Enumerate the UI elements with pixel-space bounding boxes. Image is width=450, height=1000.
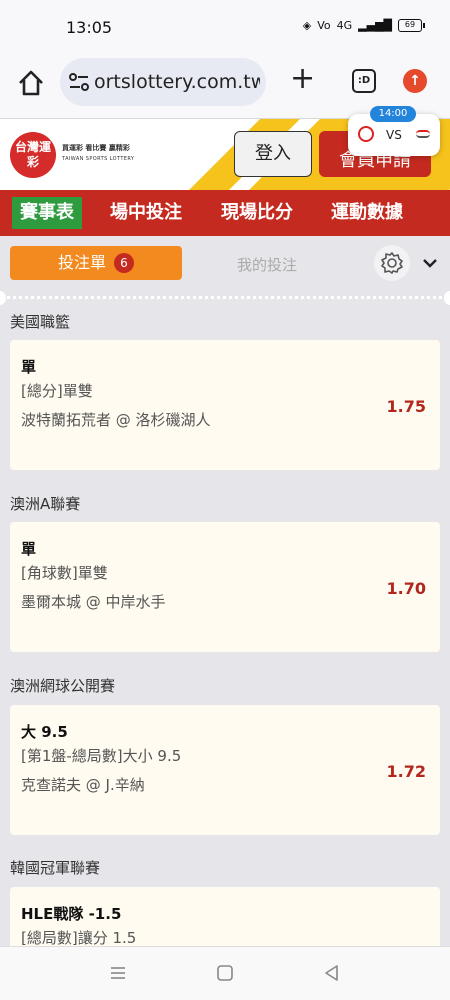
bet-selection: 大 9.5: [21, 723, 68, 741]
bet-card[interactable]: 單 [角球數]單雙 墨爾本城 @ 中岸水手 1.70: [10, 522, 440, 652]
live-match-time: 14:00: [370, 106, 416, 122]
site-logo[interactable]: 台灣運彩: [10, 132, 56, 178]
logo-english: TAIWAN SPORTS LOTTERY: [62, 156, 135, 162]
divider: [0, 296, 450, 299]
chevron-down-icon[interactable]: [420, 253, 440, 273]
login-button[interactable]: 登入: [234, 131, 312, 177]
gear-icon: [381, 252, 403, 274]
tab-bet-slip[interactable]: 投注單 6: [10, 246, 182, 280]
battery-icon: 69: [398, 19, 425, 32]
bet-market: [角球數]單雙: [21, 564, 108, 582]
bet-selection: 單: [21, 358, 37, 376]
ticket-notch: [0, 291, 6, 305]
tab-switcher-button[interactable]: :D: [352, 69, 376, 93]
live-vs-label: VS: [386, 128, 402, 142]
status-time: 13:05: [66, 18, 113, 37]
tab-bet-slip-label: 投注單: [57, 253, 106, 272]
team-logo-icon: [358, 126, 374, 142]
nav-schedule[interactable]: 賽事表: [12, 197, 82, 229]
tab-my-bets[interactable]: 我的投注: [237, 254, 297, 275]
nav-sports-data[interactable]: 運動數據: [331, 197, 403, 229]
league-name: 澳洲網球公開賽: [10, 677, 116, 695]
system-nav-bar: [0, 946, 450, 1000]
ticket-notch: [444, 291, 450, 305]
bet-card[interactable]: HLE戰隊 -1.5 [總局數]讓分 1.5: [10, 887, 440, 946]
league-name: 美國職籃: [10, 313, 71, 331]
home-icon[interactable]: [16, 68, 46, 98]
bet-odds: 1.72: [386, 762, 426, 781]
league-name: 韓國冠軍聯賽: [10, 859, 101, 877]
team-logo-icon: [416, 130, 430, 138]
bet-count-badge: 6: [114, 253, 134, 273]
url-text[interactable]: ortslottery.com.tw: [94, 71, 260, 93]
nav-live-scores[interactable]: 現場比分: [221, 197, 293, 229]
bet-match: 墨爾本城 @ 中岸水手: [21, 593, 166, 611]
bet-market: [總局數]讓分 1.5: [21, 929, 137, 946]
bet-market: [第1盤-總局數]大小 9.5: [21, 747, 182, 765]
bet-market: [總分]單雙: [21, 382, 93, 400]
site-settings-icon[interactable]: [68, 72, 90, 92]
status-bar: 13:05 ◈ Vo 4G ▂▄▆█ 69: [0, 0, 450, 56]
address-bar[interactable]: ortslottery.com.tw: [60, 58, 266, 106]
update-icon[interactable]: ↑: [403, 69, 427, 93]
network-label: 4G: [336, 19, 353, 32]
signal-icon: ◈: [302, 19, 312, 32]
bet-odds: 1.75: [386, 397, 426, 416]
menu-icon[interactable]: [108, 963, 128, 983]
nav-live-betting[interactable]: 場中投注: [110, 197, 182, 229]
bet-selection: 單: [21, 540, 37, 558]
bet-match: 波特蘭拓荒者 @ 洛杉磯湖人: [21, 411, 211, 429]
status-icons: ◈ Vo 4G ▂▄▆█ 69: [302, 19, 425, 32]
back-icon[interactable]: [322, 963, 342, 983]
bet-tabs: 投注單 6 我的投注: [0, 236, 450, 290]
bet-card[interactable]: 大 9.5 [第1盤-總局數]大小 9.5 克查諾夫 @ J.辛納 1.72: [10, 705, 440, 835]
settings-button[interactable]: [374, 245, 410, 281]
main-nav: 賽事表 場中投注 現場比分 運動數據: [0, 190, 450, 236]
league-name: 澳洲A聯賽: [10, 495, 81, 513]
logo-slogan: 買運彩 看比賽 贏精彩: [62, 144, 130, 152]
bet-match: 克查諾夫 @ J.辛納: [21, 776, 145, 794]
bet-odds: 1.70: [386, 579, 426, 598]
cellular-icon: ▂▄▆█: [358, 19, 392, 32]
home-square-icon[interactable]: [215, 963, 235, 983]
volte-icon: Vo: [317, 19, 331, 32]
bet-card[interactable]: 單 [總分]單雙 波特蘭拓荒者 @ 洛杉磯湖人 1.75: [10, 340, 440, 470]
live-match-widget[interactable]: 14:00 VS: [348, 106, 440, 156]
new-tab-icon[interactable]: +: [290, 64, 315, 94]
bet-selection: HLE戰隊 -1.5: [21, 905, 122, 923]
